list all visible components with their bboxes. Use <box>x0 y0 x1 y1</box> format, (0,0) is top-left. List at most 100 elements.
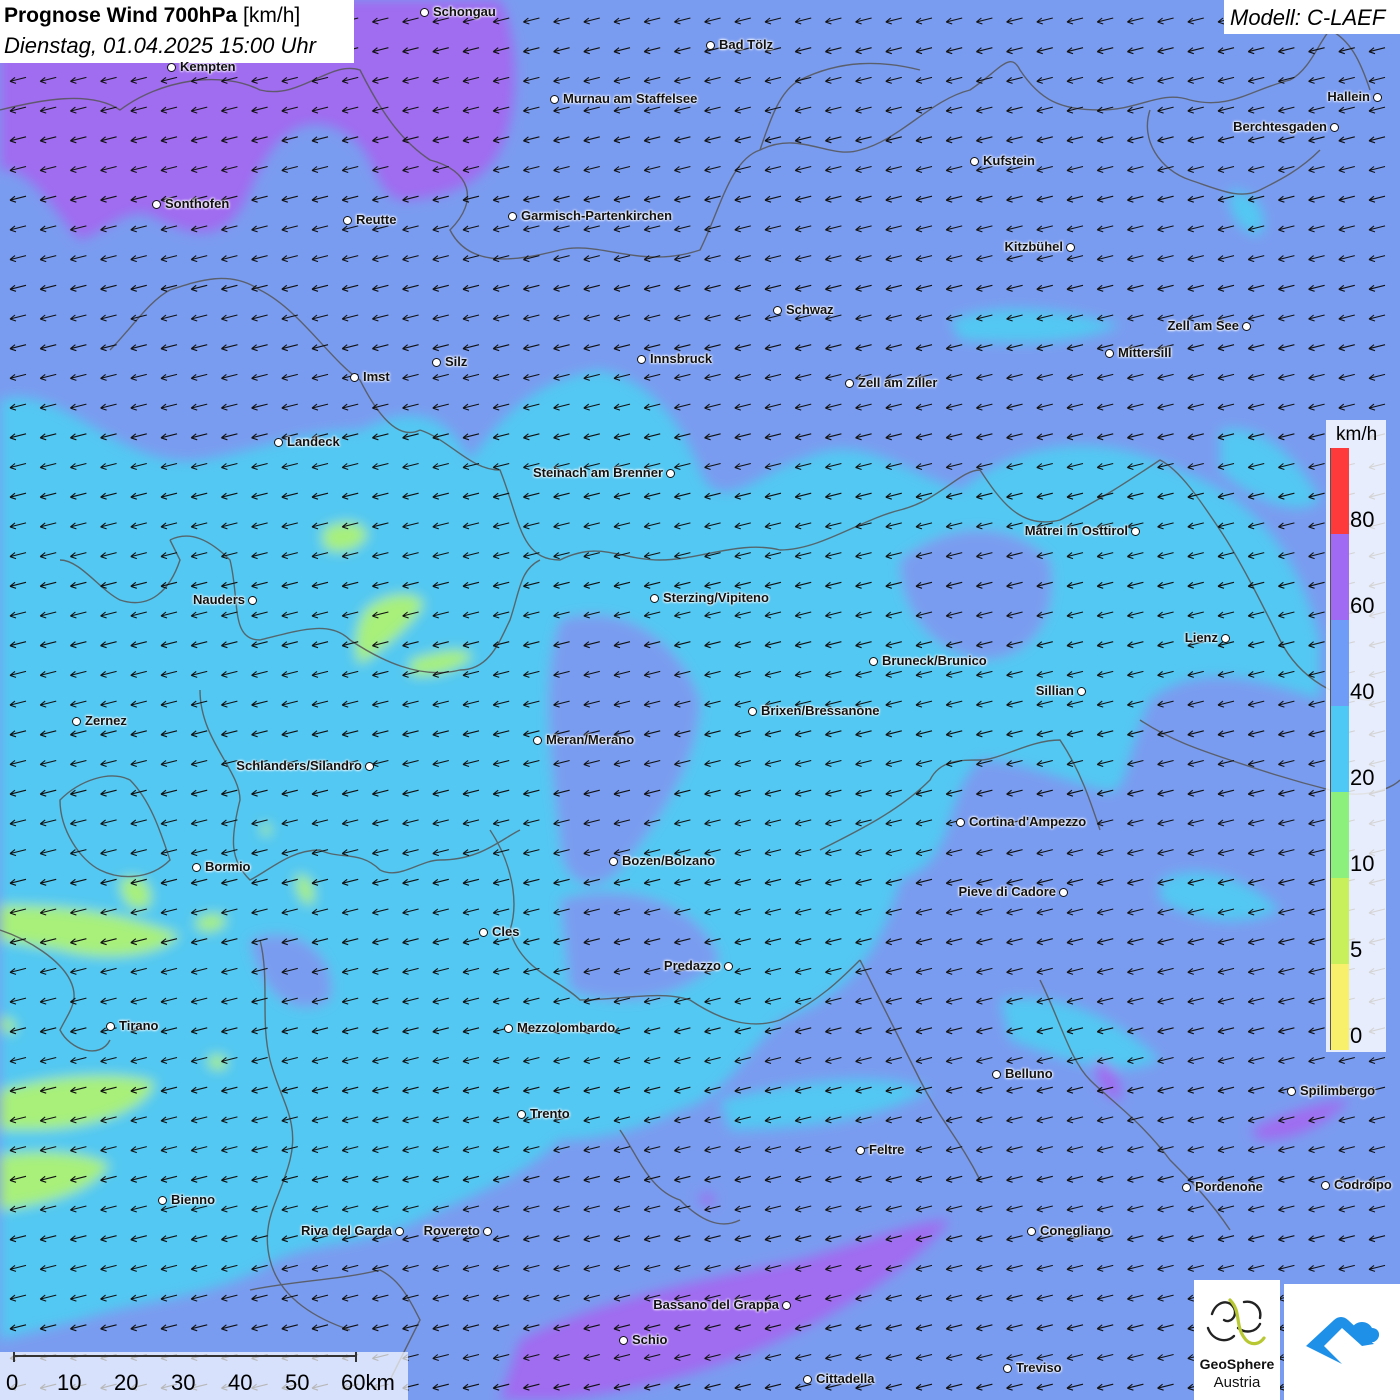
legend-color-0 <box>1330 964 1349 1050</box>
app-logo-icon <box>1306 1317 1380 1364</box>
city-marker <box>992 1070 1001 1079</box>
legend-color-60 <box>1330 534 1349 620</box>
city-label: Kempten <box>180 59 236 74</box>
city-label: Tirano <box>119 1018 159 1033</box>
city-label: Hallein <box>1327 89 1370 104</box>
city-label: Belluno <box>1005 1066 1053 1081</box>
city-marker <box>856 1146 865 1155</box>
city-label: Imst <box>363 369 390 384</box>
city-marker <box>1287 1087 1296 1096</box>
city-marker <box>533 736 542 745</box>
scale-tick-label: 20 <box>114 1370 139 1395</box>
city-label: Zell am Ziller <box>858 375 938 390</box>
city-marker <box>845 379 854 388</box>
scale-tick-label: 0 <box>6 1370 19 1395</box>
city-label: Kufstein <box>983 153 1035 168</box>
city-marker <box>748 707 757 716</box>
city-marker <box>350 373 359 382</box>
legend-label: 5 <box>1350 937 1363 962</box>
city-label: Steinach am Brenner <box>532 465 663 480</box>
city-label: Zernez <box>85 713 127 728</box>
city-marker <box>274 438 283 447</box>
city-label: Reutte <box>356 212 397 227</box>
city-label: Rovereto <box>423 1223 480 1238</box>
city-marker <box>650 594 659 603</box>
city-marker <box>782 1301 791 1310</box>
city-marker <box>619 1336 628 1345</box>
city-label: Riva del Garda <box>300 1223 392 1238</box>
city-label: Conegliano <box>1040 1223 1111 1238</box>
legend-color-5 <box>1330 878 1349 964</box>
city-label: Spilimbergo <box>1300 1083 1376 1098</box>
scale-tick-label: 40 <box>228 1370 253 1395</box>
city-marker <box>1105 349 1114 358</box>
city-marker <box>869 657 878 666</box>
city-label: Silz <box>445 354 468 369</box>
city-marker <box>167 63 176 72</box>
city-label: Sillian <box>1035 683 1074 698</box>
city-label: Cittadella <box>816 1371 875 1386</box>
legend-label: 0 <box>1350 1023 1363 1048</box>
logo-sub: Austria <box>1213 1374 1261 1391</box>
city-marker <box>1077 687 1086 696</box>
legend-label: 60 <box>1350 593 1375 618</box>
city-marker <box>1131 527 1140 536</box>
city-label: Schio <box>632 1332 668 1347</box>
city-label: Cortina d'Ampezzo <box>969 814 1087 829</box>
legend-color-80 <box>1330 448 1349 534</box>
city-marker <box>504 1024 513 1033</box>
city-marker <box>1373 93 1382 102</box>
city-label: Nauders <box>192 592 245 607</box>
city-label: Pordenone <box>1195 1179 1263 1194</box>
city-marker <box>1059 888 1068 897</box>
city-label: Treviso <box>1016 1360 1062 1375</box>
title-box: Prognose Wind 700hPa [km/h] Dienstag, 01… <box>0 0 354 63</box>
legend-color-10 <box>1330 792 1349 878</box>
city-marker <box>483 1227 492 1236</box>
city-marker <box>517 1110 526 1119</box>
city-label: Pieve di Cadore <box>958 884 1056 899</box>
city-marker <box>1027 1227 1036 1236</box>
map-title: Prognose Wind 700hPa [km/h] <box>4 4 300 28</box>
city-marker <box>609 857 618 866</box>
city-marker <box>72 717 81 726</box>
legend-label: 40 <box>1350 679 1375 704</box>
city-marker <box>724 962 733 971</box>
city-label: Sonthofen <box>165 196 230 211</box>
city-marker <box>970 157 979 166</box>
city-label: Schlanders/Silandro <box>236 758 362 773</box>
title-main: Prognose Wind 700hPa <box>4 4 238 27</box>
city-label: Matrei in Osttirol <box>1024 523 1128 538</box>
city-marker <box>479 928 488 937</box>
city-label: Berchtesgaden <box>1233 119 1327 134</box>
city-marker <box>158 1196 167 1205</box>
city-label: Brixen/Bressanone <box>761 703 880 718</box>
city-marker <box>1242 322 1251 331</box>
city-label: Schongau <box>433 4 496 19</box>
city-marker <box>248 596 257 605</box>
city-marker <box>1003 1364 1012 1373</box>
legend-unit: km/h <box>1336 424 1378 445</box>
city-marker <box>432 358 441 367</box>
city-label: Lienz <box>1184 630 1218 645</box>
city-label: Trento <box>530 1106 570 1121</box>
city-label: Codroipo <box>1334 1177 1392 1192</box>
city-marker <box>106 1022 115 1031</box>
city-label: Bozen/Bolzano <box>622 853 716 868</box>
city-label: Bassano del Grappa <box>653 1297 779 1312</box>
city-marker <box>1221 634 1230 643</box>
city-marker <box>706 41 715 50</box>
city-label: Bormio <box>205 859 251 874</box>
city-marker <box>192 863 201 872</box>
geosphere-logo-icon <box>1206 1298 1266 1346</box>
scale-tick-label: 60km <box>341 1370 395 1395</box>
city-label: Bruneck/Brunico <box>882 653 987 668</box>
model-box: Modell: C-LAEF <box>1224 0 1400 34</box>
city-label: Zell am See <box>1167 318 1239 333</box>
weather-app-logo <box>1284 1284 1400 1400</box>
city-label: Innsbruck <box>650 351 713 366</box>
city-label: Bienno <box>171 1192 216 1207</box>
legend-label: 20 <box>1350 765 1375 790</box>
city-label: Schwaz <box>786 302 834 317</box>
scale-tick-label: 10 <box>57 1370 82 1395</box>
